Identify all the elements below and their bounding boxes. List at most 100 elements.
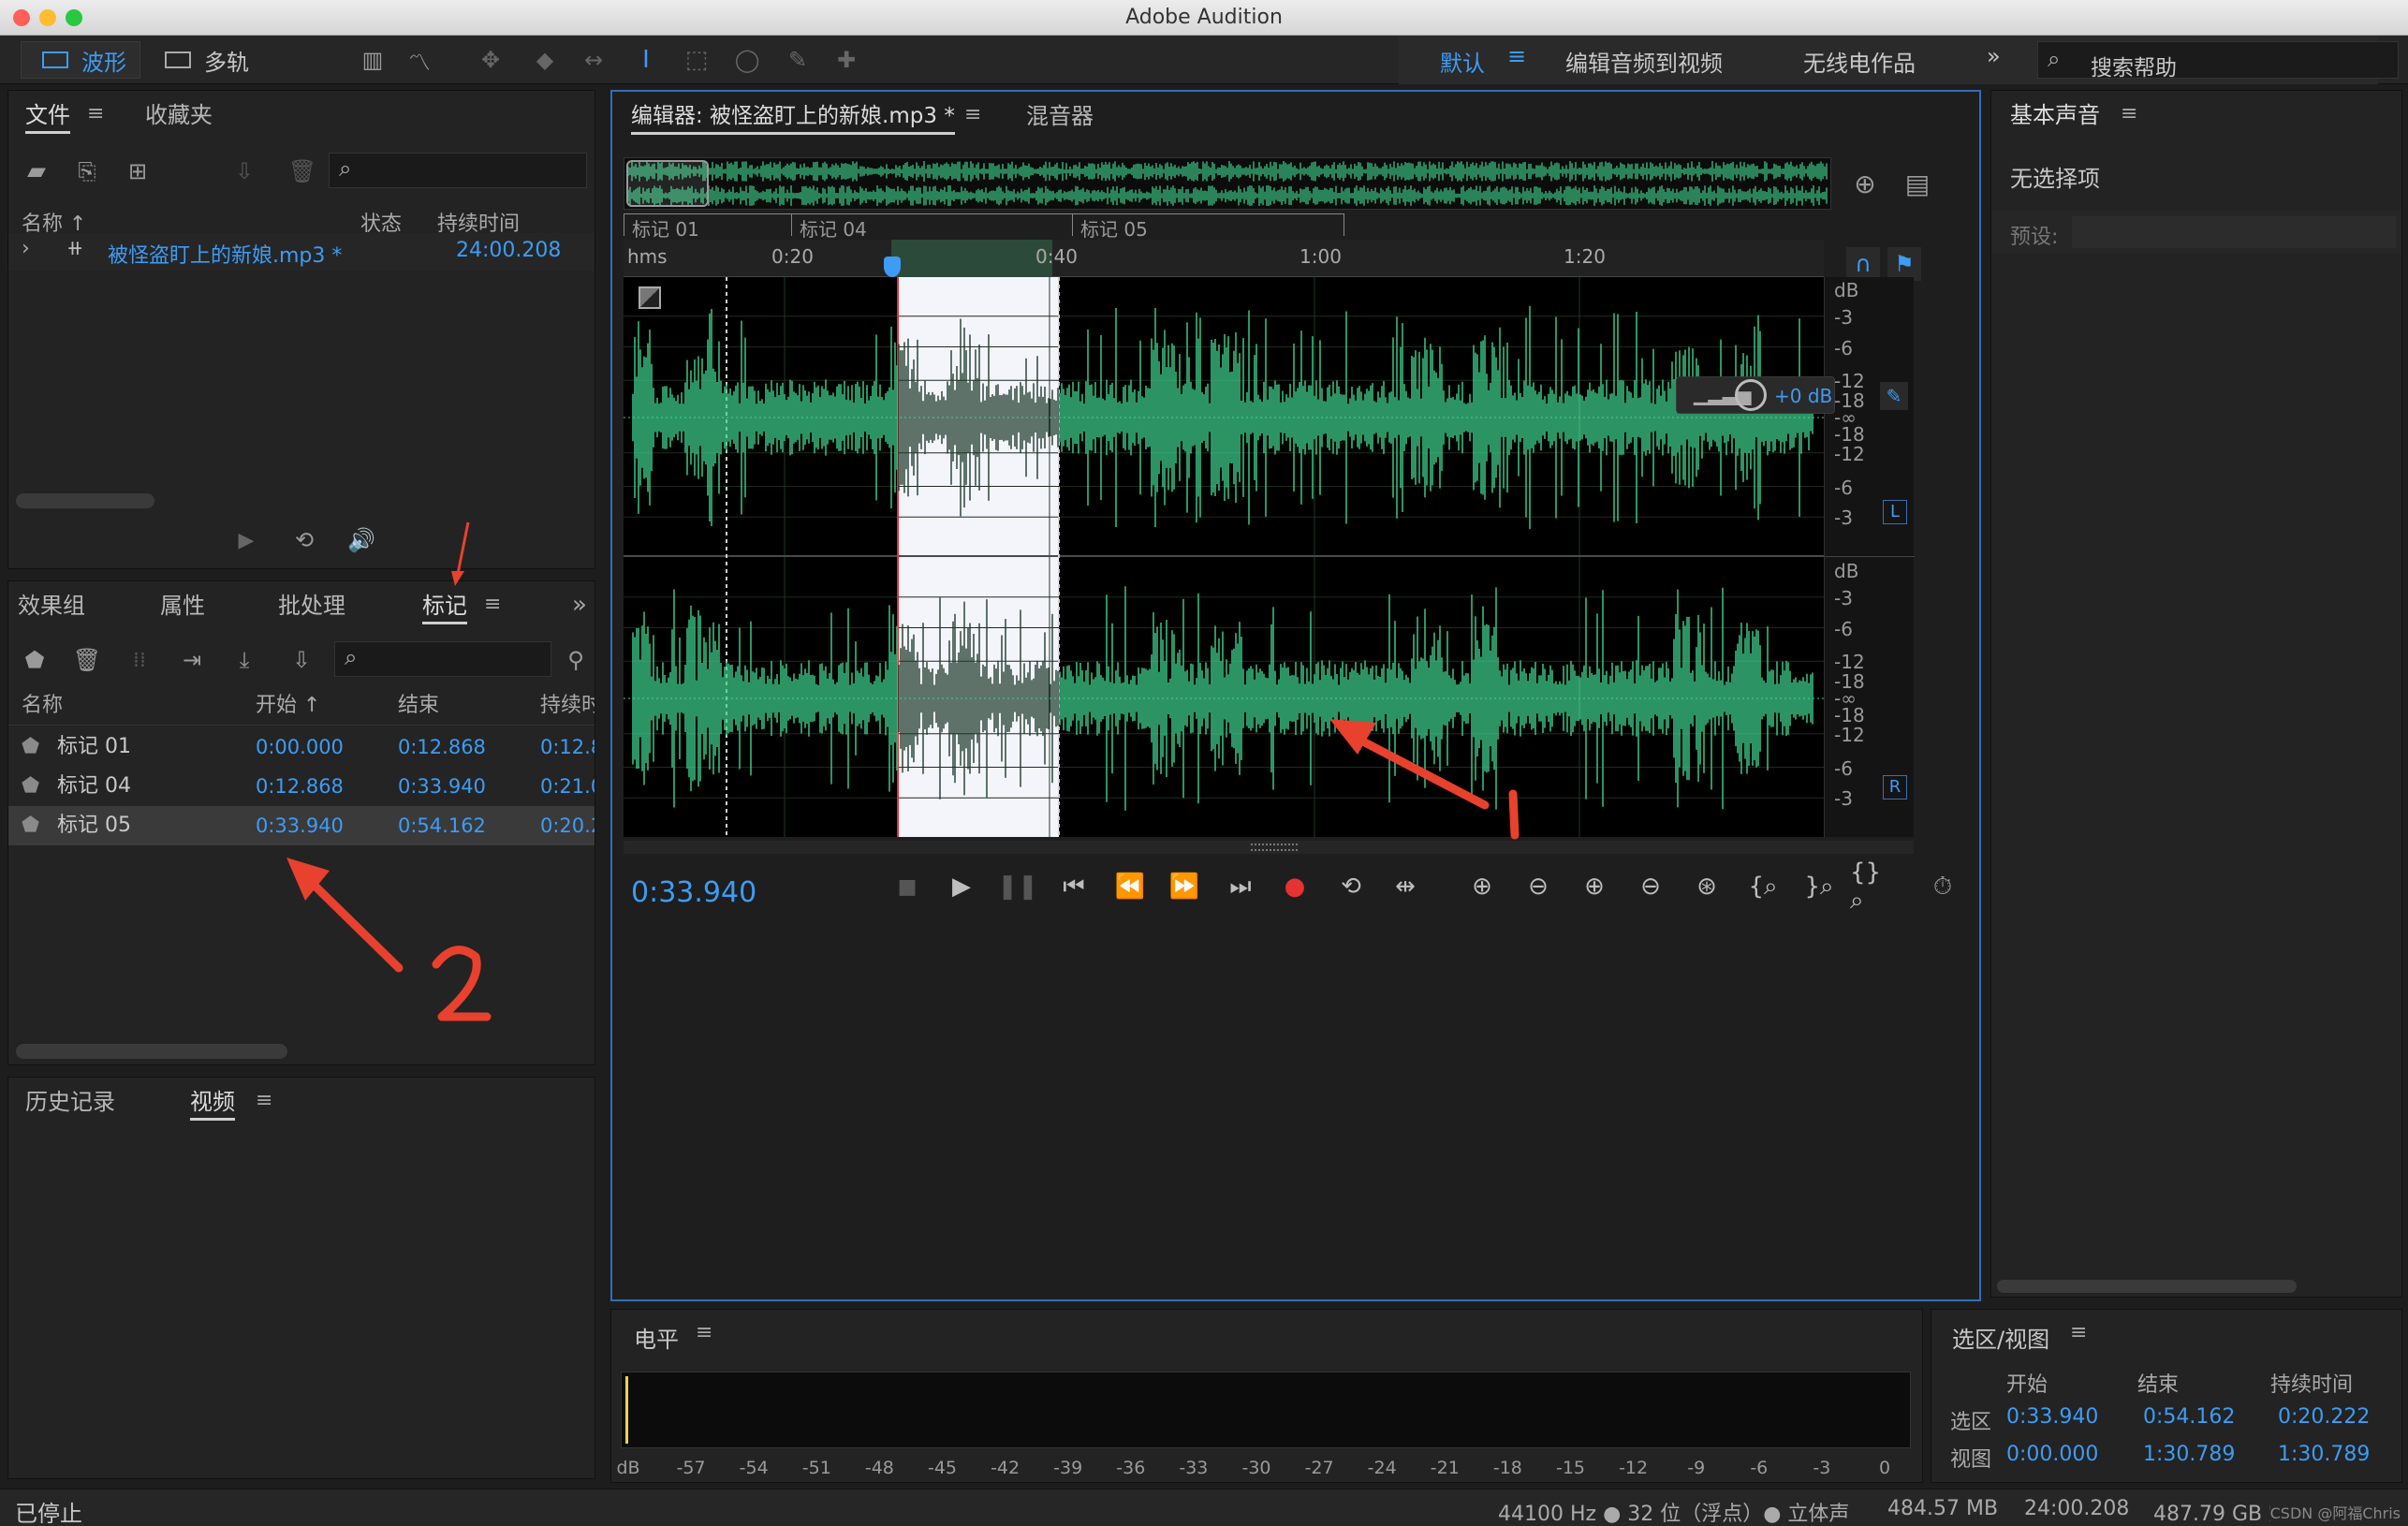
expand-chevron-icon[interactable]: › [22, 237, 30, 260]
tab-properties[interactable]: 属性 [160, 581, 205, 630]
rewind-button[interactable]: ⏪ [1109, 865, 1152, 908]
channel-left-badge[interactable]: L [1883, 500, 1907, 524]
time-ruler[interactable]: hms 0:20 0:40 1:00 1:20 [624, 240, 1824, 277]
zoom-out-time-icon[interactable]: ⊖ [1629, 865, 1672, 908]
razor-tool-icon[interactable]: ◆ [526, 41, 564, 79]
markers-search-input[interactable]: ⌕ [334, 641, 551, 677]
markers-scrollbar[interactable] [16, 1044, 287, 1059]
slip-tool-icon[interactable]: ↔ [575, 41, 612, 79]
insert-into-playlist-icon[interactable]: ⇥ [173, 641, 211, 679]
spectral-pitch-icon[interactable]: 〽 [401, 41, 438, 79]
selection-view-menu-icon[interactable]: ≡ [2070, 1321, 2087, 1344]
tab-markers[interactable]: 标记 [422, 581, 467, 630]
panel-layout-icon[interactable]: ▤ [1897, 163, 1938, 204]
new-file-icon[interactable]: ⊞ [117, 153, 158, 190]
marker-row-selected[interactable]: ⬟ 标记 05 0:33.940 0:54.162 0:20.2 [8, 806, 595, 845]
tab-effects-rack[interactable]: 效果组 [18, 581, 85, 630]
markers-col-name[interactable]: 名称 [22, 686, 63, 726]
skip-selection-button[interactable]: ⇹ [1384, 865, 1427, 908]
loop-playback-button[interactable]: ⟲ [1329, 865, 1373, 908]
record-button[interactable]: ● [1273, 865, 1316, 908]
selection-end[interactable]: 0:54.162 [2143, 1405, 2235, 1429]
channel-right-badge[interactable]: R [1883, 775, 1907, 800]
marker-snap-icon[interactable]: ⚑ [1887, 247, 1921, 281]
fast-forward-button[interactable]: ⏩ [1163, 865, 1206, 908]
snap-magnet-icon[interactable]: ∩ [1846, 247, 1880, 281]
multitrack-mode-button[interactable]: 多轨 [150, 41, 268, 79]
workspace-default[interactable]: 默认 [1440, 45, 1485, 78]
help-search-field[interactable]: ⌕ 搜索帮助 [2037, 41, 2399, 81]
export-selected-markers-icon[interactable]: ⤓ [226, 641, 263, 679]
video-panel-menu-icon[interactable]: ≡ [256, 1089, 272, 1112]
gain-knob-icon[interactable] [1735, 379, 1767, 411]
zoom-out-point-icon[interactable]: }⌕ [1798, 865, 1841, 908]
marker-05-label[interactable]: 标记 05 [1073, 213, 1344, 241]
tab-batch[interactable]: 批处理 [278, 581, 345, 630]
time-selection-tool-icon[interactable]: Ι [627, 41, 665, 79]
markers-col-end[interactable]: 结束 [398, 686, 439, 726]
zoom-out-amplitude-icon[interactable]: ⊖ [1517, 865, 1560, 908]
tab-files[interactable]: 文件 [25, 91, 70, 139]
hud-pin-icon[interactable]: ✎ [1880, 382, 1908, 410]
lasso-tool-icon[interactable]: ◯ [728, 41, 766, 79]
merge-markers-icon[interactable]: ⁞⁞ [121, 641, 158, 679]
tab-favorites[interactable]: 收藏夹 [145, 91, 213, 139]
tab-history[interactable]: 历史记录 [25, 1078, 115, 1126]
levels-panel-menu-icon[interactable]: ≡ [696, 1321, 712, 1344]
workspace-menu-icon[interactable]: ≡ [1507, 43, 1526, 69]
essential-sound-scrollbar[interactable] [1997, 1280, 2297, 1293]
go-to-end-button[interactable]: ⏭ [1219, 865, 1262, 908]
delete-file-icon[interactable]: 🗑 [284, 153, 321, 190]
view-end[interactable]: 1:30.789 [2143, 1443, 2235, 1466]
zoom-full-icon[interactable]: ⊛ [1685, 865, 1728, 908]
workspace-edit-video[interactable]: 编辑音频到视频 [1565, 45, 1723, 78]
move-tool-icon[interactable]: ✥ [472, 41, 509, 79]
play-preview-icon[interactable]: ▶ [228, 521, 265, 559]
marker-row[interactable]: ⬟ 标记 01 0:00.000 0:12.868 0:12.8 [8, 727, 595, 767]
add-marker-icon[interactable]: ⬟ [16, 641, 53, 679]
play-button[interactable]: ▶ [940, 865, 983, 908]
view-duration[interactable]: 1:30.789 [2278, 1443, 2370, 1466]
waveform-mode-button[interactable]: 波形 [21, 41, 140, 79]
zoom-reset-icon[interactable]: ⏱ [1921, 865, 1964, 908]
more-workspaces-icon[interactable]: » [1987, 43, 2001, 69]
spot-healing-icon[interactable]: ✚ [828, 41, 865, 79]
markers-col-duration[interactable]: 持续时 [540, 686, 595, 726]
editor-panel-menu-icon[interactable]: ≡ [964, 103, 981, 126]
workspace-wireless[interactable]: 无线电作品 [1803, 45, 1916, 78]
zoom-in-time-icon[interactable]: ⊕ [1573, 865, 1616, 908]
essential-sound-menu-icon[interactable]: ≡ [2121, 102, 2137, 125]
autoplay-speaker-icon[interactable]: 🔊 [340, 521, 383, 559]
zoom-in-point-icon[interactable]: {⌕ [1741, 865, 1784, 908]
playhead-handle[interactable] [884, 257, 901, 277]
files-scrollbar[interactable] [16, 493, 154, 508]
tab-video[interactable]: 视频 [190, 1078, 235, 1126]
tab-mixer[interactable]: 混音器 [1026, 92, 1094, 140]
markers-col-start[interactable]: 开始 ↑ [256, 686, 320, 726]
zoom-selection-icon[interactable]: {}⌕ [1850, 858, 1893, 915]
view-start[interactable]: 0:00.000 [2006, 1443, 2098, 1466]
markers-panel-menu-icon[interactable]: ≡ [484, 593, 501, 616]
overview-view-window[interactable] [626, 160, 709, 207]
insert-multitrack-marker-icon[interactable]: ⇩ [278, 641, 325, 679]
current-time-display[interactable]: 0:33.940 [631, 876, 756, 909]
editor-horizontal-scrollbar[interactable] [624, 841, 1914, 854]
stop-button[interactable]: ■ [886, 865, 929, 908]
hud-gain-control[interactable]: ▁▂▃▅ +0 dB [1676, 376, 1835, 414]
panel-overflow-icon[interactable]: » [572, 591, 587, 619]
scrollbar-grip[interactable] [1251, 844, 1298, 851]
file-list-item[interactable]: › ⧺ 被怪盗盯上的新娘.mp3 * 24:00.208 [8, 233, 595, 271]
hud-toggle-icon[interactable] [639, 286, 661, 309]
brush-tool-icon[interactable]: ✎ [779, 41, 816, 79]
marker-filter-icon[interactable]: ⚲ [557, 641, 595, 679]
preset-dropdown[interactable] [2072, 216, 2396, 248]
loop-preview-icon[interactable]: ⟲ [286, 521, 323, 559]
import-file-icon[interactable]: ⎘ [68, 153, 106, 190]
marquee-tool-icon[interactable]: ⬚ [678, 41, 715, 79]
zoom-navigator-icon[interactable]: ⊕ [1844, 163, 1886, 204]
spectral-frequency-icon[interactable]: ▥ [354, 41, 391, 79]
insert-multitrack-icon[interactable]: ⇩ [224, 153, 265, 190]
waveform-display[interactable] [624, 277, 1824, 837]
pause-button[interactable]: ❚❚ [996, 865, 1039, 908]
files-panel-menu-icon[interactable]: ≡ [87, 102, 104, 125]
